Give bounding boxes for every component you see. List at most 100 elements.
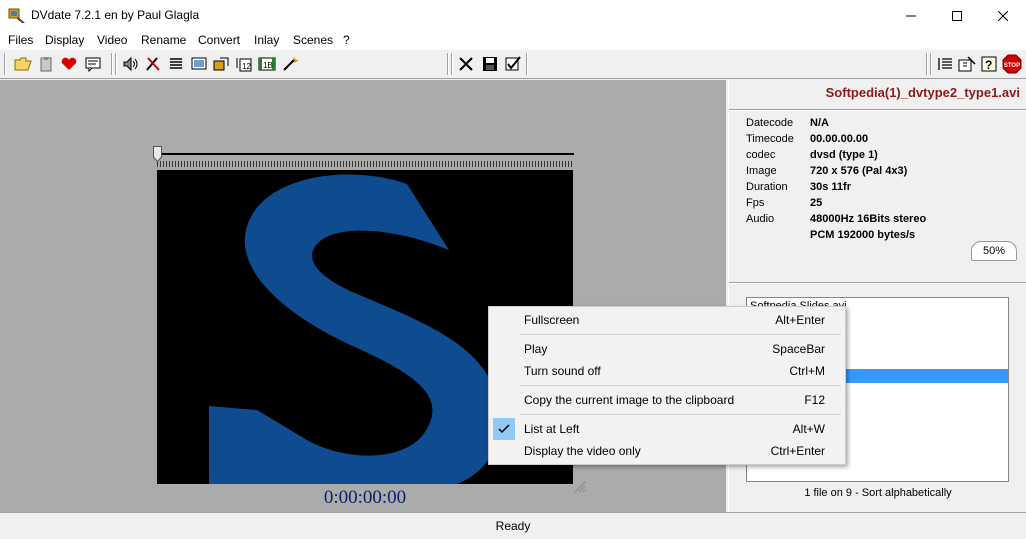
toolbar-separator: [930, 53, 932, 75]
toolbar-separator: [111, 53, 113, 75]
slider-thumb[interactable]: [153, 146, 162, 162]
list-properties-button[interactable]: [934, 53, 956, 75]
menu-scenes[interactable]: Scenes: [293, 33, 333, 47]
info-value: 30s 11fr: [810, 181, 851, 193]
menu-item-shortcut: Alt+W: [792, 422, 825, 436]
svg-text:12: 12: [242, 62, 251, 71]
cancel-icon: [459, 57, 473, 71]
info-row-duration: Duration 30s 11fr: [746, 181, 851, 193]
toolbar-separator: [451, 53, 453, 75]
close-button[interactable]: [980, 0, 1026, 31]
menu-item-shortcut: F12: [804, 393, 825, 407]
status-text: Ready: [495, 519, 531, 533]
help-icon: ?: [981, 56, 997, 72]
menu-video[interactable]: Video: [97, 33, 127, 47]
title-bar: DVdate 7.2.1 en by Paul Glagla: [0, 0, 1026, 31]
menu-item-turn-sound-off[interactable]: Turn sound off Ctrl+M: [491, 360, 843, 382]
image-date-button[interactable]: [210, 53, 232, 75]
menu-item-label: Copy the current image to the clipboard: [524, 393, 735, 407]
apply-check-icon: [505, 56, 521, 71]
stop-icon: STOP: [1002, 54, 1022, 74]
menu-separator: [519, 385, 841, 386]
timecode-display: 0:00:00:00: [323, 487, 407, 508]
info-row-image: Image 720 x 576 (Pal 4x3): [746, 165, 907, 177]
checkmark-icon: [493, 418, 515, 440]
info-row-timecode: Timecode 00.00.00.00: [746, 133, 868, 145]
menu-item-play[interactable]: Play SpaceBar: [491, 338, 843, 360]
sound-icon: [123, 56, 138, 72]
info-row-audio: Audio 48000Hz 16Bits stereo: [746, 213, 926, 225]
slider-ticks: [157, 161, 574, 167]
monitor-button[interactable]: [188, 53, 210, 75]
wizard-button[interactable]: [280, 53, 302, 75]
toolbar-separator: [926, 53, 928, 75]
svg-text:?: ?: [985, 58, 992, 72]
paste-button[interactable]: [36, 53, 58, 75]
sound-button[interactable]: [120, 53, 142, 75]
comment-button[interactable]: [82, 53, 104, 75]
menu-separator: [519, 414, 841, 415]
menu-item-label: Turn sound off: [524, 364, 601, 378]
film-button[interactable]: 1B: [256, 53, 278, 75]
tools-icon: [146, 57, 160, 71]
menu-item-label: Play: [524, 342, 548, 356]
divider: [729, 109, 1026, 111]
help-button[interactable]: ?: [978, 53, 1000, 75]
close-icon: [998, 10, 1008, 21]
cancel-button[interactable]: [455, 53, 477, 75]
save-button[interactable]: [479, 53, 501, 75]
menu-help[interactable]: ?: [343, 33, 350, 47]
menu-item-display-video-only[interactable]: Display the video only Ctrl+Enter: [491, 440, 843, 462]
toolbar: 12 1B ? STOP: [0, 50, 1026, 79]
resize-grip[interactable]: [572, 479, 586, 493]
info-row-datecode: Datecode N/A: [746, 117, 829, 129]
favorite-button[interactable]: [58, 53, 80, 75]
info-label: Datecode: [746, 117, 794, 129]
menu-files[interactable]: Files: [8, 33, 33, 47]
toolbar-separator: [526, 53, 528, 75]
menu-item-shortcut: Ctrl+M: [789, 364, 825, 378]
calendar-sort-button[interactable]: 12: [233, 53, 255, 75]
open-button[interactable]: [12, 53, 34, 75]
svg-text:1B: 1B: [263, 61, 273, 70]
info-label: Audio: [746, 213, 775, 225]
context-menu: Fullscreen Alt+Enter Play SpaceBar Turn …: [488, 306, 846, 465]
apply-button[interactable]: [502, 53, 524, 75]
menu-item-shortcut: SpaceBar: [772, 342, 825, 356]
menu-item-label: List at Left: [524, 422, 580, 436]
list-icon: [170, 58, 182, 69]
comment-icon: [85, 57, 101, 72]
info-label: Duration: [746, 181, 788, 193]
calendar-sort-icon: 12: [236, 58, 252, 72]
settings-icon: [958, 56, 976, 72]
stop-button[interactable]: STOP: [1001, 53, 1023, 75]
menu-rename[interactable]: Rename: [141, 33, 186, 47]
menu-item-shortcut: Ctrl+Enter: [770, 444, 825, 458]
position-slider[interactable]: [157, 153, 574, 155]
menu-item-label: Fullscreen: [524, 313, 580, 327]
settings-button[interactable]: [956, 53, 978, 75]
minimize-button[interactable]: [888, 0, 934, 31]
current-filename: Softpedia(1)_dvtype2_type1.avi: [825, 85, 1020, 100]
film-icon: 1B: [258, 57, 276, 71]
menu-bar: Files Display Video Rename Convert Inlay…: [0, 31, 1026, 50]
stop-label: STOP: [1004, 63, 1020, 69]
menu-inlay[interactable]: Inlay: [254, 33, 279, 47]
info-row-fps: Fps 25: [746, 197, 822, 209]
menu-item-list-at-left[interactable]: List at Left Alt+W: [491, 418, 843, 440]
menu-display[interactable]: Display: [45, 33, 84, 47]
zoom-indicator[interactable]: 50%: [971, 241, 1017, 261]
maximize-button[interactable]: [934, 0, 980, 31]
monitor-icon: [191, 57, 207, 70]
info-label: codec: [746, 149, 776, 161]
list-button[interactable]: [165, 53, 187, 75]
menu-convert[interactable]: Convert: [198, 33, 240, 47]
divider: [729, 282, 1026, 284]
favorite-heart-icon: [61, 57, 77, 70]
list-properties-icon: [938, 58, 952, 70]
tools-button[interactable]: [142, 53, 164, 75]
menu-item-fullscreen[interactable]: Fullscreen Alt+Enter: [491, 309, 843, 331]
menu-item-copy-image[interactable]: Copy the current image to the clipboard …: [491, 389, 843, 411]
menu-separator: [519, 334, 841, 335]
menu-item-label: Display the video only: [524, 444, 641, 458]
